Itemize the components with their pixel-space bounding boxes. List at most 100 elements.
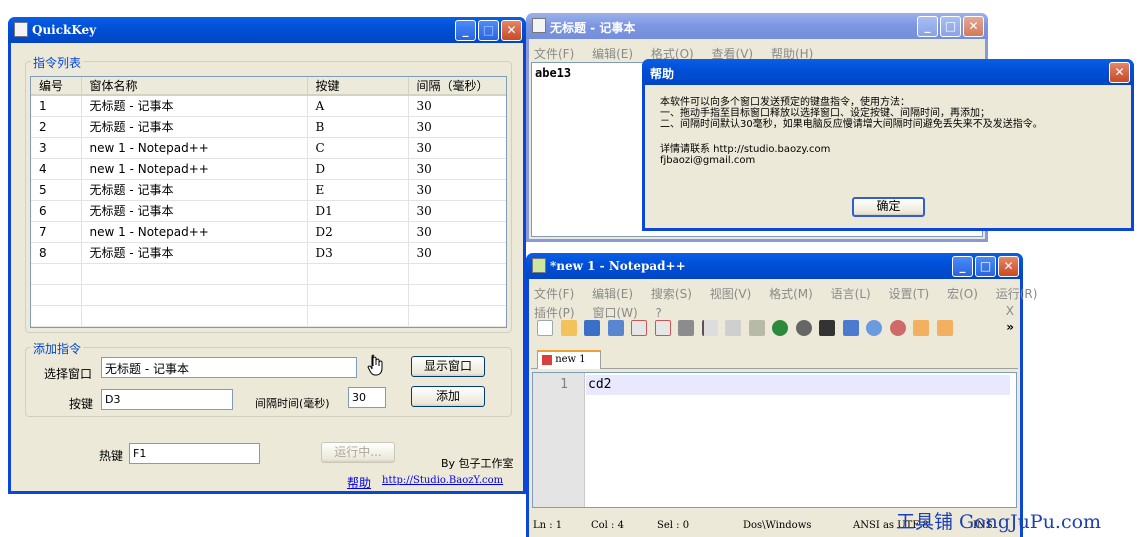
- cell-key: [307, 263, 409, 285]
- command-listview[interactable]: 编号 窗体名称 按键 间隔（毫秒） 1 无标题 - 记事本 A 30 2 无标题 - 记事…: [30, 76, 507, 328]
- quickkey-window: QuickKey _ □ ✕ 指令列表 编号 窗体名称 按键 间隔（毫秒） 1无…: [8, 17, 526, 494]
- notepadpp-editor[interactable]: 1 cd2: [532, 372, 1017, 508]
- running-button: 运行中...: [321, 442, 395, 463]
- save-icon[interactable]: [584, 320, 600, 336]
- sync-horizontal-icon[interactable]: [936, 320, 953, 336]
- notepad-content: abe13: [535, 66, 572, 80]
- help-link[interactable]: 帮助: [347, 474, 371, 491]
- col-header-interval[interactable]: 间隔（毫秒）: [408, 77, 506, 96]
- col-header-window[interactable]: 窗体名称: [81, 77, 308, 96]
- npp-menu-edit[interactable]: 编辑(E): [592, 287, 633, 301]
- help-ok-button[interactable]: 确定: [852, 197, 925, 217]
- command-row[interactable]: 7 new 1 - Notepad++ D2 30: [31, 221, 506, 243]
- col-header-key[interactable]: 按键: [307, 77, 409, 96]
- close-button[interactable]: ✕: [501, 20, 522, 41]
- maximize-button[interactable]: □: [478, 20, 499, 41]
- zoom-in-icon[interactable]: [866, 320, 882, 336]
- notepadpp-tab[interactable]: new 1: [537, 350, 601, 369]
- find-icon[interactable]: [819, 320, 835, 336]
- cell-interval: 30: [408, 158, 506, 180]
- notepad-titlebar[interactable]: 无标题 - 记事本 _ □ ✕: [526, 13, 988, 39]
- cell-key: [307, 305, 409, 327]
- redo-icon[interactable]: [795, 320, 812, 336]
- open-file-icon[interactable]: [560, 320, 577, 336]
- command-row[interactable]: 1 无标题 - 记事本 A 30: [31, 95, 506, 117]
- cell-key: D1: [307, 200, 409, 222]
- cell-window: new 1 - Notepad++: [81, 158, 308, 180]
- npp-menu-format[interactable]: 格式(M): [769, 287, 813, 301]
- select-window-field[interactable]: 无标题 - 记事本: [101, 357, 357, 378]
- notepad-menu-file[interactable]: 文件(F): [534, 47, 574, 61]
- notepadpp-tabbar: new 1: [531, 347, 1018, 369]
- paste-icon[interactable]: [748, 320, 765, 336]
- npp-menu-settings[interactable]: 设置(T): [889, 287, 930, 301]
- npp-menu-plugins[interactable]: 插件(P): [534, 306, 575, 320]
- help-dialog: 帮助 ✕ 本软件可以向多个窗口发送预定的键盘指令，使用方法： 一、拖动手指至目标…: [642, 59, 1134, 231]
- sync-vertical-icon[interactable]: [913, 320, 929, 336]
- key-field[interactable]: D3: [101, 389, 233, 410]
- command-list-legend: 指令列表: [31, 54, 84, 71]
- notepad-maximize-button[interactable]: □: [940, 16, 961, 37]
- minimize-button[interactable]: _: [455, 20, 476, 41]
- cell-number: 2: [31, 116, 82, 138]
- help-line-2: 一、拖动手指至目标窗口释放以选择窗口、设定按键、间隔时间，再添加；: [660, 108, 990, 119]
- cut-icon[interactable]: [701, 320, 718, 336]
- cell-interval: 30: [408, 200, 506, 222]
- command-row[interactable]: 4 new 1 - Notepad++ D 30: [31, 158, 506, 180]
- npp-menu-run[interactable]: 运行(R): [996, 287, 1038, 301]
- toolbar-more-icon[interactable]: »: [1006, 320, 1014, 334]
- notepad-minimize-button[interactable]: _: [917, 16, 938, 37]
- site-link[interactable]: http://Studio.BaozY.com: [382, 475, 503, 486]
- npp-menu-macro[interactable]: 宏(O): [947, 287, 978, 301]
- cell-number: 6: [31, 200, 82, 222]
- zoom-out-icon[interactable]: [889, 320, 906, 336]
- help-close-button[interactable]: ✕: [1109, 62, 1130, 83]
- close-file-icon[interactable]: [631, 320, 647, 336]
- command-row[interactable]: 3 new 1 - Notepad++ C 30: [31, 137, 506, 159]
- command-row[interactable]: 2 无标题 - 记事本 B 30: [31, 116, 506, 138]
- npp-menu-about[interactable]: ?: [656, 306, 662, 320]
- help-titlebar[interactable]: 帮助 ✕: [642, 59, 1134, 85]
- new-file-icon[interactable]: [537, 320, 553, 336]
- notepad-menu-edit[interactable]: 编辑(E): [592, 47, 633, 61]
- line-number-gutter: 1: [533, 373, 585, 507]
- close-all-icon[interactable]: [654, 320, 671, 336]
- help-contact-line: 详情请联系 http://studio.baozy.com: [660, 144, 831, 155]
- notepadpp-minimize-button[interactable]: _: [952, 256, 973, 277]
- command-row[interactable]: 6 无标题 - 记事本 D1 30: [31, 200, 506, 222]
- tab-save-icon: [542, 354, 552, 365]
- cell-key: C: [307, 137, 409, 159]
- undo-icon[interactable]: [772, 320, 788, 336]
- save-all-icon[interactable]: [607, 320, 624, 336]
- npp-menu-file[interactable]: 文件(F): [534, 287, 574, 301]
- print-icon[interactable]: [678, 320, 694, 336]
- copy-icon[interactable]: [725, 320, 741, 336]
- interval-field[interactable]: 30: [348, 387, 386, 408]
- select-window-label: 选择窗口: [44, 367, 93, 381]
- npp-menu-window[interactable]: 窗口(W): [592, 306, 637, 320]
- finder-hand-icon[interactable]: [367, 354, 385, 376]
- add-button[interactable]: 添加: [411, 386, 485, 407]
- help-email-line: fjbaozi@gmail.com: [660, 155, 756, 166]
- npp-menu-search[interactable]: 搜索(S): [651, 287, 692, 301]
- notepadpp-close-button[interactable]: ✕: [998, 256, 1019, 277]
- npp-menu-language[interactable]: 语言(L): [831, 287, 871, 301]
- npp-menu-close-doc[interactable]: X: [1006, 304, 1014, 318]
- col-header-number[interactable]: 编号: [31, 77, 82, 96]
- command-row[interactable]: 5 无标题 - 记事本 E 30: [31, 179, 506, 201]
- show-window-button[interactable]: 显示窗口: [411, 356, 485, 377]
- notepadpp-window: *new 1 - Notepad++ _ □ ✕ 文件(F) 编辑(E) 搜索(…: [526, 253, 1037, 537]
- npp-menu-view[interactable]: 视图(V): [710, 287, 752, 301]
- command-row[interactable]: 8 无标题 - 记事本 D3 30: [31, 242, 506, 264]
- notepad-title: 无标题 - 记事本: [550, 21, 636, 35]
- cell-number: [31, 263, 82, 285]
- hotkey-field[interactable]: F1: [129, 443, 260, 464]
- notepadpp-maximize-button[interactable]: □: [975, 256, 996, 277]
- replace-icon[interactable]: [842, 320, 859, 336]
- quickkey-titlebar[interactable]: QuickKey _ □ ✕: [8, 17, 526, 43]
- notepadpp-titlebar[interactable]: *new 1 - Notepad++ _ □ ✕: [526, 253, 1023, 279]
- notepad-close-button[interactable]: ✕: [963, 16, 984, 37]
- cell-window: 无标题 - 记事本: [81, 95, 308, 117]
- cell-number: [31, 305, 82, 327]
- cell-interval: 30: [408, 95, 506, 117]
